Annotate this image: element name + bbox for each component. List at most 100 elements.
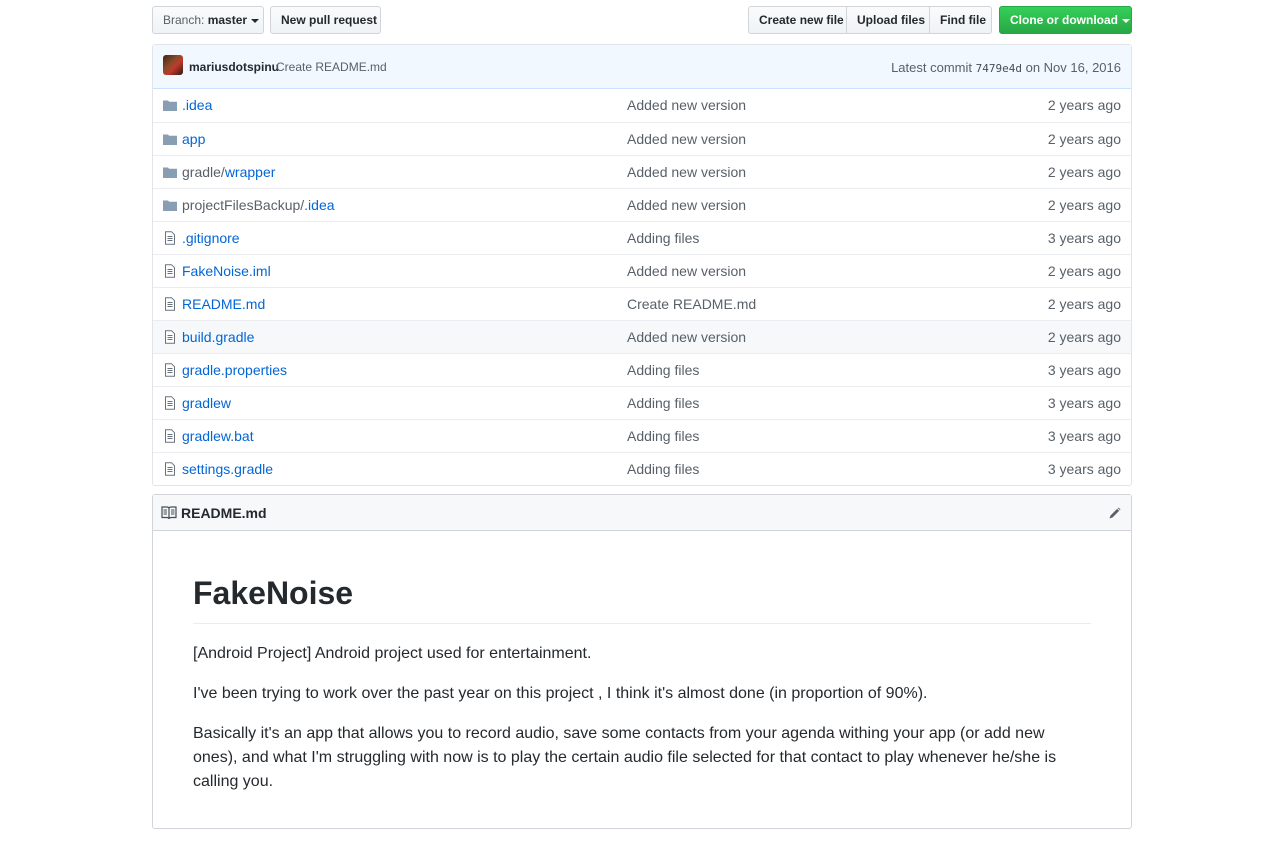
- file-name: FakeNoise.iml: [182, 263, 271, 279]
- clone-or-download-button[interactable]: Clone or download: [999, 6, 1132, 34]
- file-name: .idea: [304, 197, 335, 213]
- file-commit-message-link[interactable]: Adding files: [627, 395, 699, 411]
- file-commit-message-link[interactable]: Added new version: [627, 263, 746, 279]
- file-commit-message-link[interactable]: Adding files: [627, 461, 699, 477]
- file-commit-message-link[interactable]: Added new version: [627, 131, 746, 147]
- file-name: .gitignore: [182, 230, 240, 246]
- file-name-link[interactable]: settings.gradle: [182, 461, 273, 477]
- commit-tease: mariusdotspinu Create README.md Latest c…: [153, 45, 1131, 89]
- commit-author-link[interactable]: mariusdotspinu: [189, 60, 279, 74]
- file-row: .idea Added new version 2 years ago: [153, 89, 1131, 122]
- file-icon: [165, 297, 175, 311]
- chevron-down-icon: [251, 18, 260, 23]
- file-age: 2 years ago: [1047, 296, 1121, 312]
- find-file-button[interactable]: Find file: [929, 6, 992, 34]
- file-name-link[interactable]: FakeNoise.iml: [182, 263, 271, 279]
- clone-label: Clone or download: [1010, 13, 1118, 27]
- readme-paragraph: [Android Project] Android project used f…: [193, 645, 592, 662]
- commit-message-link[interactable]: Create README.md: [276, 60, 387, 74]
- file-age: 2 years ago: [1047, 263, 1121, 279]
- file-icon: [165, 429, 175, 443]
- latest-commit-info: Latest commit 7479e4d on Nov 16, 2016: [891, 60, 1121, 75]
- file-age: 2 years ago: [1047, 197, 1121, 213]
- latest-commit-label: Latest commit: [891, 60, 972, 75]
- file-row: build.gradle Added new version 2 years ago: [153, 320, 1131, 353]
- file-commit-message-link[interactable]: Added new version: [627, 197, 746, 213]
- file-name-link[interactable]: app: [182, 131, 205, 147]
- file-dir-prefix: projectFilesBackup/: [182, 197, 305, 213]
- file-icon: [165, 363, 175, 377]
- readme-header: README.md: [153, 495, 1131, 531]
- file-row: README.md Create README.md 2 years ago: [153, 287, 1131, 320]
- file-icon: [165, 231, 175, 245]
- upload-files-button[interactable]: Upload files: [846, 6, 930, 34]
- folder-icon: [163, 100, 177, 111]
- file-row: app Added new version 2 years ago: [153, 122, 1131, 155]
- branch-label: Branch:: [163, 13, 205, 27]
- file-name: app: [182, 131, 206, 147]
- branch-name: master: [207, 13, 248, 27]
- file-icon: [165, 264, 175, 278]
- file-name: gradle.properties: [182, 362, 288, 378]
- file-age: 2 years ago: [1047, 131, 1121, 147]
- folder-icon: [163, 200, 177, 211]
- readme-panel: README.md FakeNoise [Android Project] An…: [152, 494, 1132, 829]
- file-commit-message-link[interactable]: Adding files: [627, 362, 699, 378]
- readme-body: FakeNoise [Android Project] Android proj…: [153, 573, 1131, 794]
- file-row: projectFilesBackup/.idea Added new versio…: [153, 188, 1131, 221]
- branch-select-button[interactable]: Branch: master: [152, 6, 264, 34]
- readme-paragraph: Basically it's an app that allows you to…: [193, 725, 1057, 790]
- avatar[interactable]: [163, 55, 183, 75]
- file-commit-message-link[interactable]: Added new version: [627, 164, 746, 180]
- file-row: FakeNoise.iml Added new version 2 years ag…: [153, 254, 1131, 287]
- file-age: 3 years ago: [1047, 395, 1121, 411]
- readme-heading: FakeNoise: [193, 573, 1091, 624]
- file-commit-message-link[interactable]: Create README.md: [627, 296, 756, 312]
- file-name-link[interactable]: gradle/wrapper: [182, 164, 275, 180]
- file-commit-message-link[interactable]: Added new version: [627, 329, 746, 345]
- create-new-file-button[interactable]: Create new file: [748, 6, 847, 34]
- file-name: .idea: [182, 97, 213, 113]
- file-row: settings.gradle Adding files 3 years ago: [153, 452, 1131, 485]
- file-name-link[interactable]: .idea: [182, 97, 212, 113]
- file-age: 2 years ago: [1047, 329, 1121, 345]
- file-icon: [165, 396, 175, 410]
- file-name-link[interactable]: README.md: [182, 296, 265, 312]
- file-name: settings.gradle: [182, 461, 274, 477]
- file-commit-message-link[interactable]: Added new version: [627, 97, 746, 113]
- file-name: gradlew.bat: [182, 428, 254, 444]
- file-list: .idea Added new version 2 years ago app Adde…: [153, 89, 1131, 485]
- file-commit-message-link[interactable]: Adding files: [627, 428, 699, 444]
- file-name-link[interactable]: build.gradle: [182, 329, 254, 345]
- file-name: README.md: [182, 296, 266, 312]
- file-icon: [165, 330, 175, 344]
- commit-sha-link[interactable]: 7479e4d: [976, 62, 1022, 75]
- file-commit-message-link[interactable]: Adding files: [627, 230, 699, 246]
- file-row: .gitignore Adding files 3 years ago: [153, 221, 1131, 254]
- new-pull-request-button[interactable]: New pull request: [270, 6, 381, 34]
- file-name: build.gradle: [182, 329, 255, 345]
- readme-title: README.md: [181, 505, 267, 521]
- file-age: 3 years ago: [1047, 230, 1121, 246]
- file-dir-prefix: gradle/: [182, 164, 225, 180]
- folder-icon: [163, 167, 177, 178]
- book-icon: [161, 506, 177, 520]
- readme-paragraph: I've been trying to work over the past y…: [193, 685, 928, 702]
- file-name: wrapper: [224, 164, 276, 180]
- file-name-link[interactable]: projectFilesBackup/.idea: [182, 197, 335, 213]
- file-row: gradle/wrapper Added new version 2 years a…: [153, 155, 1131, 188]
- pencil-icon[interactable]: [1107, 505, 1123, 521]
- file-row: gradle.properties Adding files 3 years ago: [153, 353, 1131, 386]
- file-navigation: Branch: master New pull request Create n…: [152, 6, 1132, 34]
- folder-icon: [163, 134, 177, 145]
- file-name-link[interactable]: .gitignore: [182, 230, 240, 246]
- file-icon: [165, 462, 175, 476]
- file-name-link[interactable]: gradlew.bat: [182, 428, 254, 444]
- file-table: mariusdotspinu Create README.md Latest c…: [152, 44, 1132, 486]
- file-name: gradlew: [182, 395, 232, 411]
- file-age: 2 years ago: [1047, 97, 1121, 113]
- file-row: gradlew Adding files 3 years ago: [153, 386, 1131, 419]
- file-name-link[interactable]: gradle.properties: [182, 362, 287, 378]
- file-name-link[interactable]: gradlew: [182, 395, 231, 411]
- file-age: 2 years ago: [1047, 164, 1121, 180]
